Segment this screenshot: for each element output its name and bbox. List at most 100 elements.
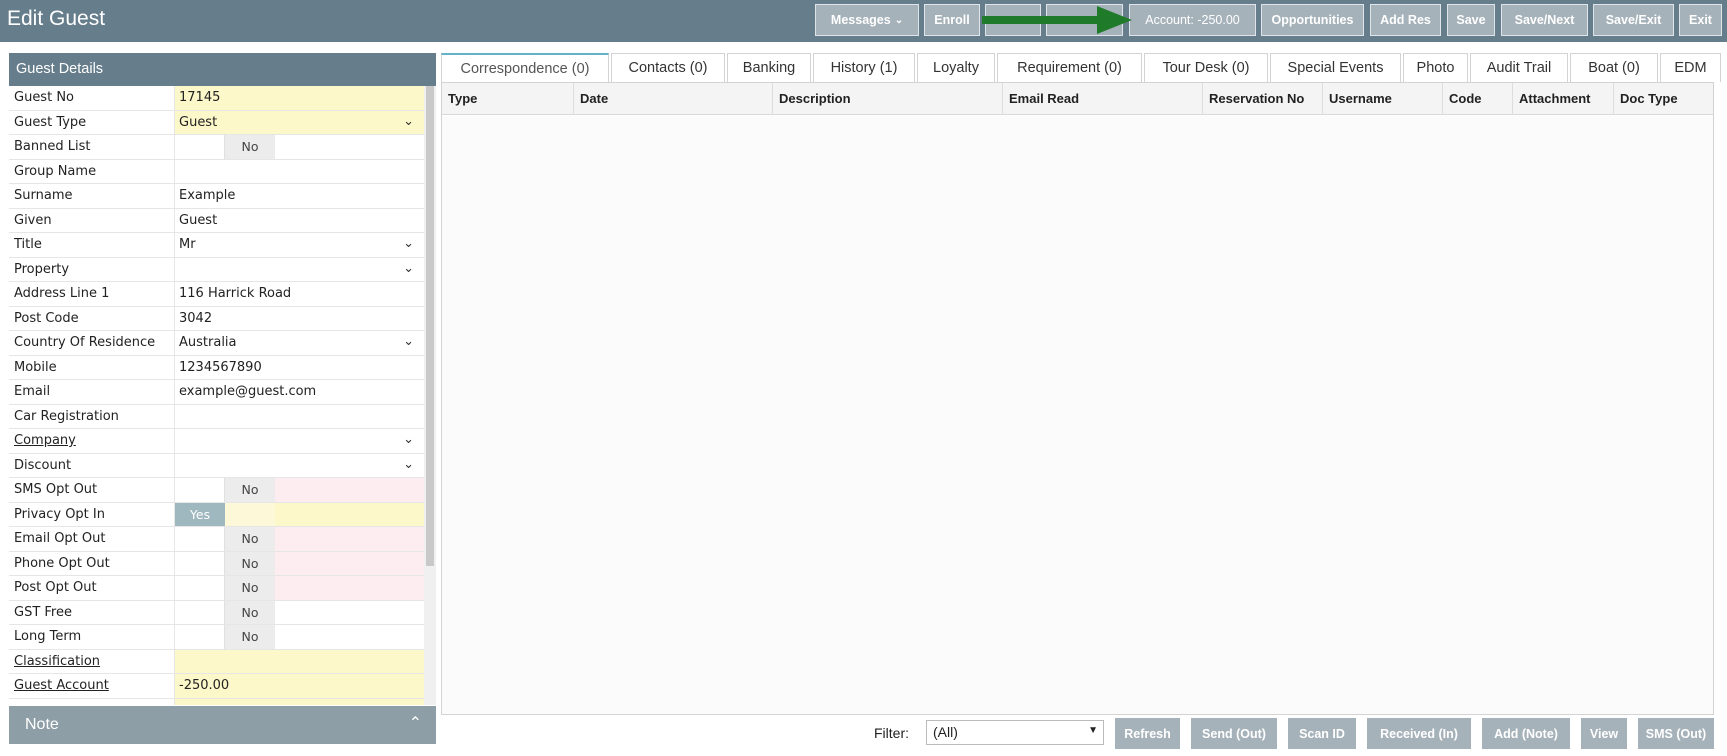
phone-opt-out-label: Phone Opt Out <box>9 551 175 575</box>
filter-select[interactable]: (All) ▼ <box>926 720 1104 745</box>
column-header-attachment[interactable]: Attachment <box>1513 83 1614 115</box>
add-res-button[interactable]: Add Res <box>1370 4 1441 36</box>
form-row-sms-opt-out: SMS Opt Out No <box>9 478 424 503</box>
guest-details-header: Guest Details <box>9 53 436 86</box>
send-out-button[interactable]: Send (Out) <box>1191 718 1277 749</box>
discount-select[interactable]: ⌄ <box>175 454 424 478</box>
sms-opt-out-toggle[interactable]: No <box>175 478 424 502</box>
column-header-email-read[interactable]: Email Read <box>1003 83 1203 115</box>
opportunities-button[interactable]: Opportunities <box>1261 4 1364 36</box>
form-row-long-term: Long Term No <box>9 625 424 650</box>
gst-free-value: No <box>225 600 275 624</box>
tab-edm[interactable]: EDM <box>1660 53 1721 82</box>
email-opt-out-value: No <box>225 527 275 551</box>
save-next-button[interactable]: Save/Next <box>1501 4 1588 36</box>
tab-audit-trail[interactable]: Audit Trail <box>1470 53 1568 82</box>
exit-button[interactable]: Exit <box>1679 4 1722 36</box>
note-panel-header[interactable]: Note ⌃ <box>9 706 436 744</box>
form-row-email-opt-out: Email Opt Out No <box>9 527 424 552</box>
property-select[interactable]: ⌄ <box>175 258 424 282</box>
banned-list-toggle[interactable]: No <box>175 135 424 159</box>
account-button[interactable]: Account: -250.00 <box>1129 4 1256 36</box>
column-header-description[interactable]: Description <box>773 83 1003 115</box>
column-header-date[interactable]: Date <box>574 83 773 115</box>
given-field[interactable]: Guest <box>175 209 424 233</box>
privacy-opt-in-toggle[interactable]: Yes <box>175 502 424 526</box>
scan-id-button[interactable]: Scan ID <box>1288 718 1356 749</box>
phone-opt-out-toggle[interactable]: No <box>175 551 424 575</box>
form-row-given: Given Guest <box>9 208 424 233</box>
column-header-code[interactable]: Code <box>1443 83 1513 115</box>
company-link[interactable]: Company <box>9 429 175 453</box>
form-row-property: Property ⌄ <box>9 257 424 282</box>
tab-bar: Correspondence (0) Contacts (0) Banking … <box>441 53 1723 82</box>
form-row-car-registration: Car Registration <box>9 404 424 429</box>
chevron-down-icon: ⌄ <box>894 14 904 26</box>
received-in-button[interactable]: Received (In) <box>1367 718 1471 749</box>
guest-type-select[interactable]: Guest ⌄ <box>175 110 424 134</box>
enroll-button[interactable]: Enroll <box>924 4 980 36</box>
group-name-label: Group Name <box>9 159 175 183</box>
form-row-discount: Discount ⌄ <box>9 453 424 478</box>
guest-account-field[interactable]: -250.00 <box>175 674 424 698</box>
details-scrollbar[interactable] <box>424 86 436 705</box>
chevron-down-icon: ⌄ <box>403 113 414 129</box>
form-row-classification: Classification <box>9 649 424 674</box>
save-button[interactable]: Save <box>1447 4 1495 36</box>
chevron-down-icon: ⌄ <box>403 456 414 472</box>
caret-down-icon: ▼ <box>1088 725 1098 736</box>
grid-header: Type Date Description Email Read Reserva… <box>442 83 1713 115</box>
gst-free-toggle[interactable]: No <box>175 600 424 624</box>
column-header-username[interactable]: Username <box>1323 83 1443 115</box>
sms-out-button[interactable]: SMS (Out) <box>1638 718 1714 749</box>
classification-field[interactable] <box>175 649 424 673</box>
long-term-value: No <box>225 625 275 649</box>
refresh-button[interactable]: Refresh <box>1115 718 1180 749</box>
email-opt-out-toggle[interactable]: No <box>175 527 424 551</box>
long-term-toggle[interactable]: No <box>175 625 424 649</box>
tab-special-events[interactable]: Special Events <box>1270 53 1401 82</box>
post-opt-out-toggle[interactable]: No <box>175 576 424 600</box>
guest-account-link[interactable]: Guest Account <box>9 674 175 698</box>
given-label: Given <box>9 208 175 232</box>
tab-contacts[interactable]: Contacts (0) <box>611 53 725 82</box>
column-header-reservation-no[interactable]: Reservation No <box>1203 83 1323 115</box>
mobile-field[interactable]: 1234567890 <box>175 356 424 380</box>
form-row-email: Email example@guest.com <box>9 380 424 405</box>
title-select[interactable]: Mr ⌄ <box>175 233 424 257</box>
group-name-field[interactable] <box>175 160 424 184</box>
view-button[interactable]: View <box>1581 718 1627 749</box>
tab-requirement[interactable]: Requirement (0) <box>997 53 1142 82</box>
chevron-up-icon[interactable]: ⌃ <box>409 713 422 733</box>
save-exit-button[interactable]: Save/Exit <box>1593 4 1674 36</box>
correspondence-grid: Type Date Description Email Read Reserva… <box>441 82 1714 714</box>
company-select[interactable]: ⌄ <box>175 429 424 453</box>
address-line-1-field[interactable]: 116 Harrick Road <box>175 282 424 306</box>
post-code-label: Post Code <box>9 306 175 330</box>
email-label: Email <box>9 380 175 404</box>
address-line-1-label: Address Line 1 <box>9 282 175 306</box>
car-registration-field[interactable] <box>175 405 424 429</box>
guest-no-field[interactable]: 17145 <box>175 86 424 110</box>
tab-loyalty[interactable]: Loyalty <box>917 53 995 82</box>
tab-banking[interactable]: Banking <box>727 53 811 82</box>
post-code-field[interactable]: 3042 <box>175 307 424 331</box>
country-select[interactable]: Australia ⌄ <box>175 331 424 355</box>
add-note-button[interactable]: Add (Note) <box>1482 718 1570 749</box>
tab-correspondence[interactable]: Correspondence (0) <box>441 53 609 82</box>
messages-button[interactable]: Messages ⌄ <box>815 4 919 36</box>
green-arrow-icon <box>982 6 1132 34</box>
column-header-doc-type[interactable]: Doc Type <box>1614 83 1713 115</box>
tab-photo[interactable]: Photo <box>1403 53 1468 82</box>
page-title: Edit Guest <box>7 7 106 30</box>
form-row-surname: Surname Example <box>9 184 424 209</box>
scrollbar-thumb[interactable] <box>426 86 434 566</box>
surname-field[interactable]: Example <box>175 184 424 208</box>
filter-select-value: (All) <box>933 724 958 740</box>
tab-boat[interactable]: Boat (0) <box>1570 53 1658 82</box>
column-header-type[interactable]: Type <box>442 83 574 115</box>
email-field[interactable]: example@guest.com <box>175 380 424 404</box>
tab-tour-desk[interactable]: Tour Desk (0) <box>1144 53 1268 82</box>
classification-link[interactable]: Classification <box>9 649 175 673</box>
tab-history[interactable]: History (1) <box>813 53 915 82</box>
